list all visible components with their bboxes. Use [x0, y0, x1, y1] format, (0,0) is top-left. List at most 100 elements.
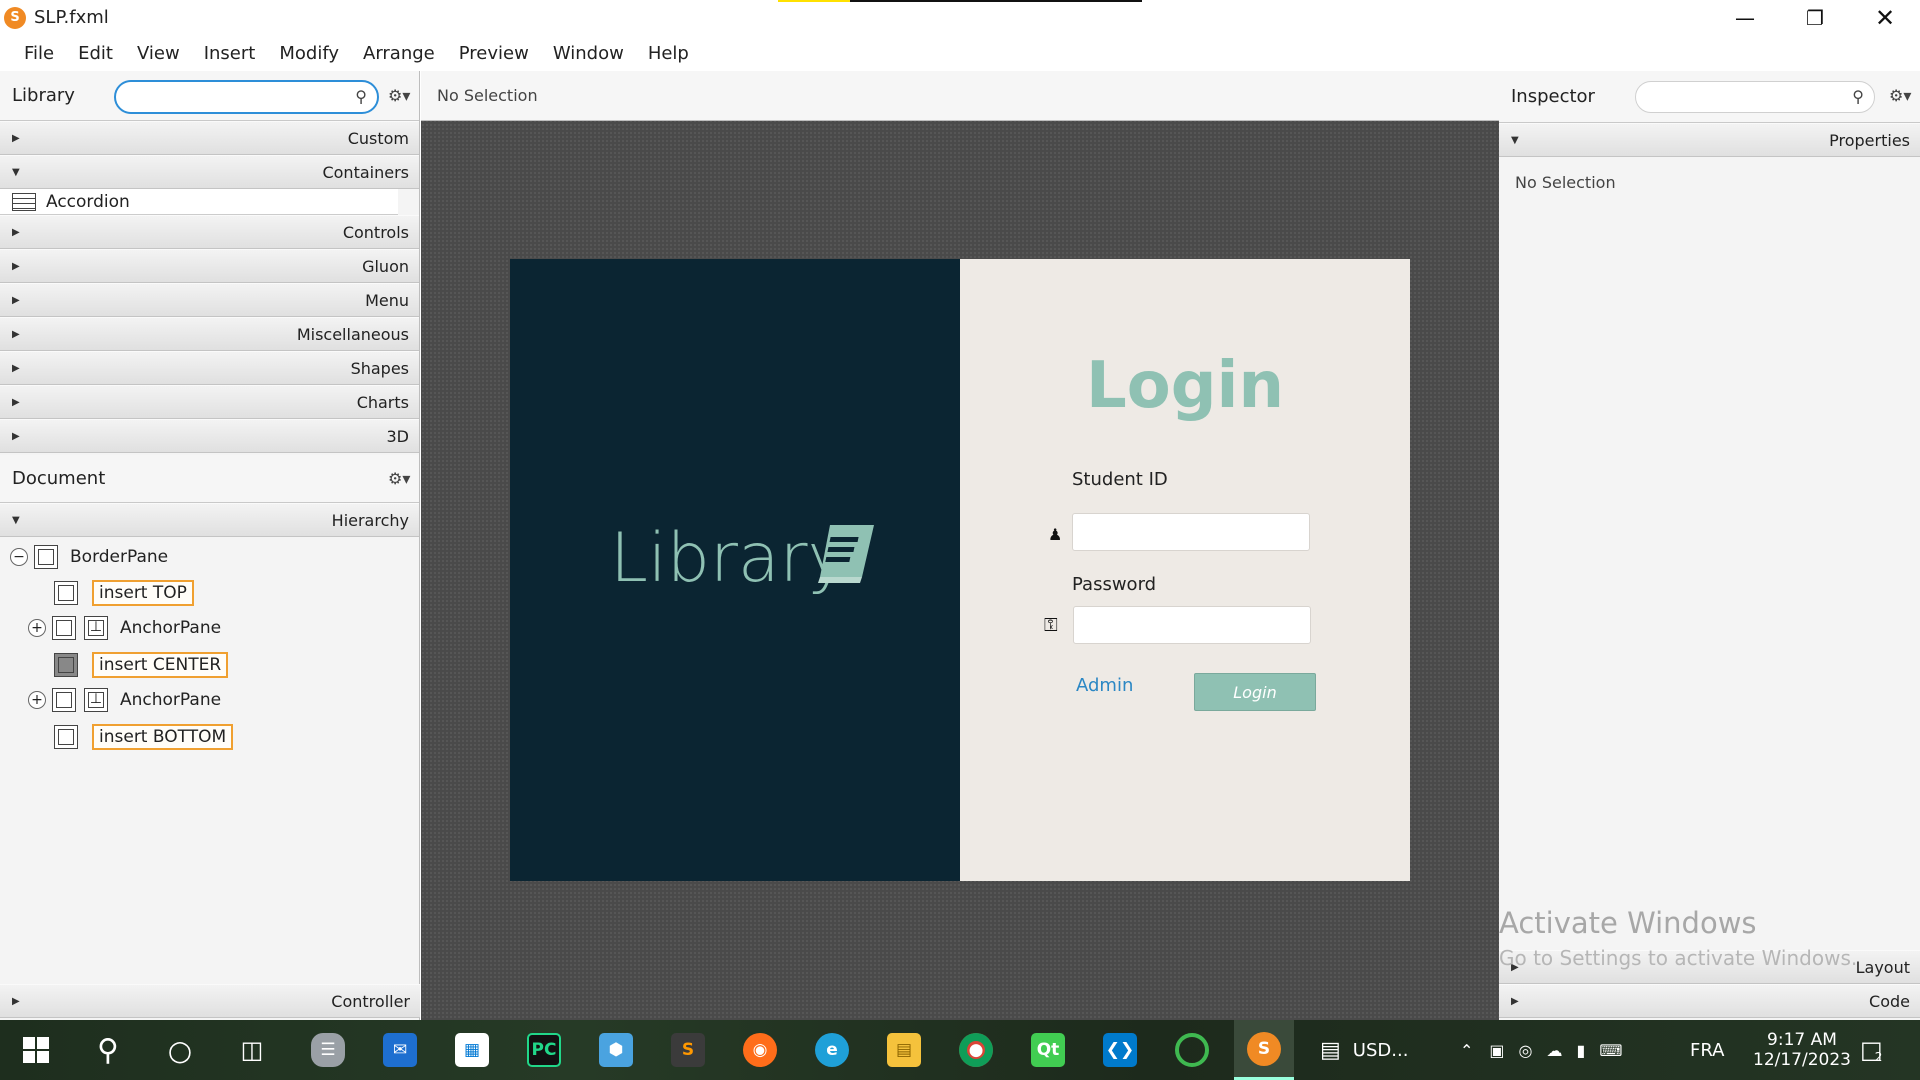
- windows-start-icon[interactable]: [6, 1020, 66, 1080]
- menu-edit[interactable]: Edit: [66, 43, 125, 64]
- file-explorer-icon[interactable]: ▤: [874, 1020, 934, 1080]
- document-gear-icon[interactable]: ⚙▾: [388, 469, 410, 488]
- login-pane[interactable]: Login Student ID ♟ Password ⚿ Admin Logi…: [960, 259, 1410, 881]
- section-menu[interactable]: ▶ Menu: [0, 283, 419, 317]
- inspector-gear-icon[interactable]: ⚙▾: [1889, 86, 1911, 105]
- section-3d[interactable]: ▶ 3D: [0, 419, 419, 453]
- library-header: Library ⚲ ⚙▾: [0, 71, 419, 121]
- window-indicator: [850, 0, 1142, 2]
- qt-icon[interactable]: Qt: [1018, 1020, 1078, 1080]
- device-icon[interactable]: ▣: [1489, 1041, 1504, 1060]
- activation-watermark-title: Activate Windows: [1499, 906, 1757, 940]
- tree-node-insert-center[interactable]: insert CENTER: [54, 652, 229, 678]
- battery-icon[interactable]: ▮: [1577, 1041, 1586, 1060]
- menu-view[interactable]: View: [125, 43, 192, 64]
- store-icon[interactable]: ▦: [442, 1020, 502, 1080]
- menu-insert[interactable]: Insert: [192, 43, 268, 64]
- section-gluon[interactable]: ▶ Gluon: [0, 249, 419, 283]
- chevron-up-icon[interactable]: ⌃: [1460, 1041, 1473, 1060]
- admin-link[interactable]: Admin: [1076, 675, 1133, 696]
- database-app-icon[interactable]: ☰: [298, 1020, 358, 1080]
- section-containers[interactable]: ▼ Containers: [0, 155, 419, 189]
- chrome-icon[interactable]: ●: [946, 1020, 1006, 1080]
- sublime-text-icon[interactable]: S: [658, 1020, 718, 1080]
- expand-icon[interactable]: +: [28, 691, 46, 709]
- brand-pane[interactable]: Library: [510, 259, 960, 881]
- expand-arrow-icon: ▶: [12, 362, 20, 374]
- login-button[interactable]: Login: [1194, 673, 1316, 711]
- inspector-search[interactable]: ⚲: [1635, 81, 1875, 113]
- cortana-icon[interactable]: ○: [150, 1020, 210, 1080]
- tree-node-borderpane[interactable]: − BorderPane: [10, 545, 168, 569]
- close-button[interactable]: ✕: [1850, 0, 1920, 35]
- inspector-header: Inspector ⚲ ⚙▾: [1499, 71, 1920, 123]
- clock-time: 9:17 AM: [1767, 1030, 1837, 1050]
- firefox-icon[interactable]: ◉: [730, 1020, 790, 1080]
- key-icon: ⚿: [1044, 615, 1058, 636]
- menu-window[interactable]: Window: [541, 43, 636, 64]
- section-miscellaneous[interactable]: ▶ Miscellaneous: [0, 317, 419, 351]
- tree-node-insert-top[interactable]: insert TOP: [54, 580, 194, 606]
- scene-builder-taskbar-icon[interactable]: S: [1234, 1020, 1294, 1080]
- cloud-icon[interactable]: ☁: [1547, 1041, 1563, 1060]
- tree-node-insert-bottom[interactable]: insert BOTTOM: [54, 724, 234, 750]
- news-widget[interactable]: ▤ USD...: [1320, 1020, 1408, 1080]
- section-code[interactable]: ▶ Code: [1499, 984, 1920, 1018]
- app-cube-icon[interactable]: ⬢: [586, 1020, 646, 1080]
- activation-watermark-text: Go to Settings to activate Windows.: [1499, 946, 1858, 970]
- menu-preview[interactable]: Preview: [447, 43, 541, 64]
- vscode-icon[interactable]: ❮❯: [1090, 1020, 1150, 1080]
- search-icon: ⚲: [355, 87, 367, 106]
- menu-file[interactable]: File: [12, 43, 66, 64]
- section-controller[interactable]: ▶ Controller: [0, 984, 420, 1018]
- library-search[interactable]: ⚲: [114, 80, 379, 114]
- section-charts[interactable]: ▶ Charts: [0, 385, 419, 419]
- edge-icon[interactable]: e: [802, 1020, 862, 1080]
- language-indicator[interactable]: FRA: [1690, 1020, 1724, 1080]
- task-view-icon[interactable]: ◫: [222, 1020, 282, 1080]
- menu-modify[interactable]: Modify: [267, 43, 351, 64]
- library-item-label: Accordion: [46, 191, 130, 212]
- window-title: SLP.fxml: [34, 7, 109, 28]
- tree-node-label: AnchorPane: [120, 618, 222, 638]
- expand-arrow-icon: ▶: [12, 396, 20, 408]
- library-search-input[interactable]: [126, 82, 336, 110]
- restore-button[interactable]: ❐: [1780, 0, 1850, 35]
- section-hierarchy[interactable]: ▼ Hierarchy: [0, 503, 419, 537]
- notification-center[interactable]: □ 2: [1860, 1020, 1883, 1080]
- search-icon: ⚲: [1852, 87, 1864, 106]
- app-ring-icon[interactable]: [1162, 1020, 1222, 1080]
- section-properties[interactable]: ▼ Properties: [1499, 123, 1920, 157]
- section-controls[interactable]: ▶ Controls: [0, 215, 419, 249]
- section-custom[interactable]: ▶ Custom: [0, 121, 419, 155]
- globe-icon[interactable]: ◎: [1519, 1041, 1533, 1060]
- inspector-title: Inspector: [1511, 86, 1595, 107]
- left-panel: Library ⚲ ⚙▾ ▶ Custom ▼ Containers Accordi…: [0, 71, 420, 1020]
- pycharm-icon[interactable]: PC: [514, 1020, 574, 1080]
- section-label: Properties: [1829, 130, 1910, 150]
- login-form-preview[interactable]: Library Login Student ID ♟ Password ⚿ Ad…: [510, 259, 1410, 881]
- tree-node-anchorpane-2[interactable]: + ⊥ AnchorPane: [28, 688, 221, 712]
- design-canvas[interactable]: No Selection Library Login Student ID ♟ …: [421, 71, 1499, 1020]
- section-shapes[interactable]: ▶ Shapes: [0, 351, 419, 385]
- region-icon: [52, 688, 76, 712]
- password-field[interactable]: [1073, 606, 1311, 644]
- collapse-arrow-icon: ▼: [12, 166, 20, 178]
- collapse-icon[interactable]: −: [10, 548, 28, 566]
- minimize-button[interactable]: —: [1710, 0, 1780, 35]
- search-icon[interactable]: ⚲: [78, 1020, 138, 1080]
- mail-icon[interactable]: ✉: [370, 1020, 430, 1080]
- menu-help[interactable]: Help: [636, 43, 701, 64]
- expand-arrow-icon: ▶: [12, 260, 20, 272]
- expand-icon[interactable]: +: [28, 619, 46, 637]
- menu-arrange[interactable]: Arrange: [351, 43, 447, 64]
- keyboard-icon[interactable]: ⌨: [1599, 1041, 1622, 1060]
- section-label: Hierarchy: [331, 510, 409, 530]
- library-item-accordion[interactable]: Accordion: [0, 189, 398, 215]
- tree-node-anchorpane-1[interactable]: + ⊥ AnchorPane: [28, 616, 221, 640]
- student-id-field[interactable]: [1072, 513, 1310, 551]
- section-label: Miscellaneous: [296, 324, 409, 344]
- clock[interactable]: 9:17 AM 12/17/2023: [1752, 1020, 1852, 1080]
- library-gear-icon[interactable]: ⚙▾: [388, 86, 410, 105]
- region-icon: [54, 725, 78, 749]
